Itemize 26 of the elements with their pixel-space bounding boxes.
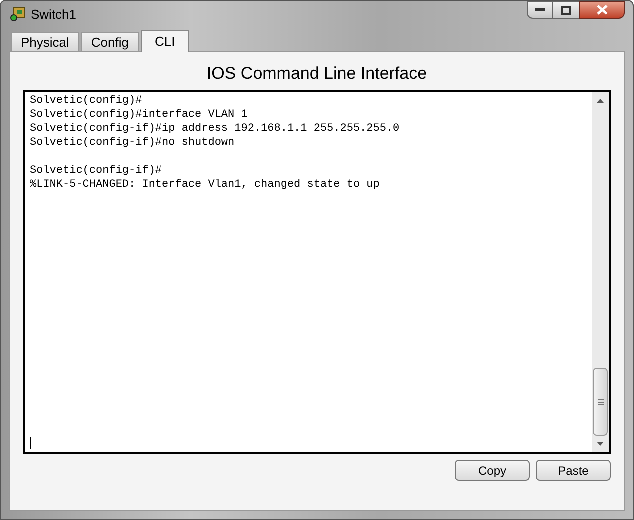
action-button[interactable]: Copy bbox=[455, 460, 530, 481]
scroll-thumb[interactable] bbox=[593, 368, 608, 436]
minimize-icon bbox=[535, 8, 545, 12]
minimize-button[interactable] bbox=[527, 1, 553, 19]
close-button[interactable] bbox=[579, 1, 625, 19]
console-line: Solvetic(config-if)# bbox=[30, 164, 164, 178]
tab[interactable]: CLI bbox=[141, 30, 190, 52]
maximize-button[interactable] bbox=[553, 1, 579, 19]
window-title: Switch1 bbox=[31, 6, 77, 24]
text-cursor bbox=[30, 437, 31, 449]
tab[interactable]: Physical bbox=[11, 32, 80, 51]
console-line: Solvetic(config-if)#ip address 192.168.1.1 255.255.255.0 bbox=[30, 122, 401, 136]
console-line: %LINK-5-CHANGED: Interface Vlan1, changed state to up bbox=[30, 178, 381, 192]
grip-icon bbox=[598, 398, 604, 406]
tab[interactable]: Config bbox=[81, 32, 139, 51]
maximize-icon bbox=[561, 6, 571, 14]
switch-icon bbox=[9, 6, 27, 24]
scroll-up-icon bbox=[597, 99, 604, 103]
scrollbar[interactable] bbox=[592, 92, 609, 452]
action-button[interactable]: Paste bbox=[536, 460, 611, 481]
panel-heading: IOS Command Line Interface bbox=[206, 63, 428, 85]
close-icon bbox=[596, 5, 608, 15]
console-line: Solvetic(config)# bbox=[30, 94, 144, 108]
console-line: Solvetic(config-if)#no shutdown bbox=[30, 136, 236, 150]
scroll-down-icon bbox=[597, 442, 604, 446]
console-line: Solvetic(config)#interface VLAN 1 bbox=[30, 108, 249, 122]
